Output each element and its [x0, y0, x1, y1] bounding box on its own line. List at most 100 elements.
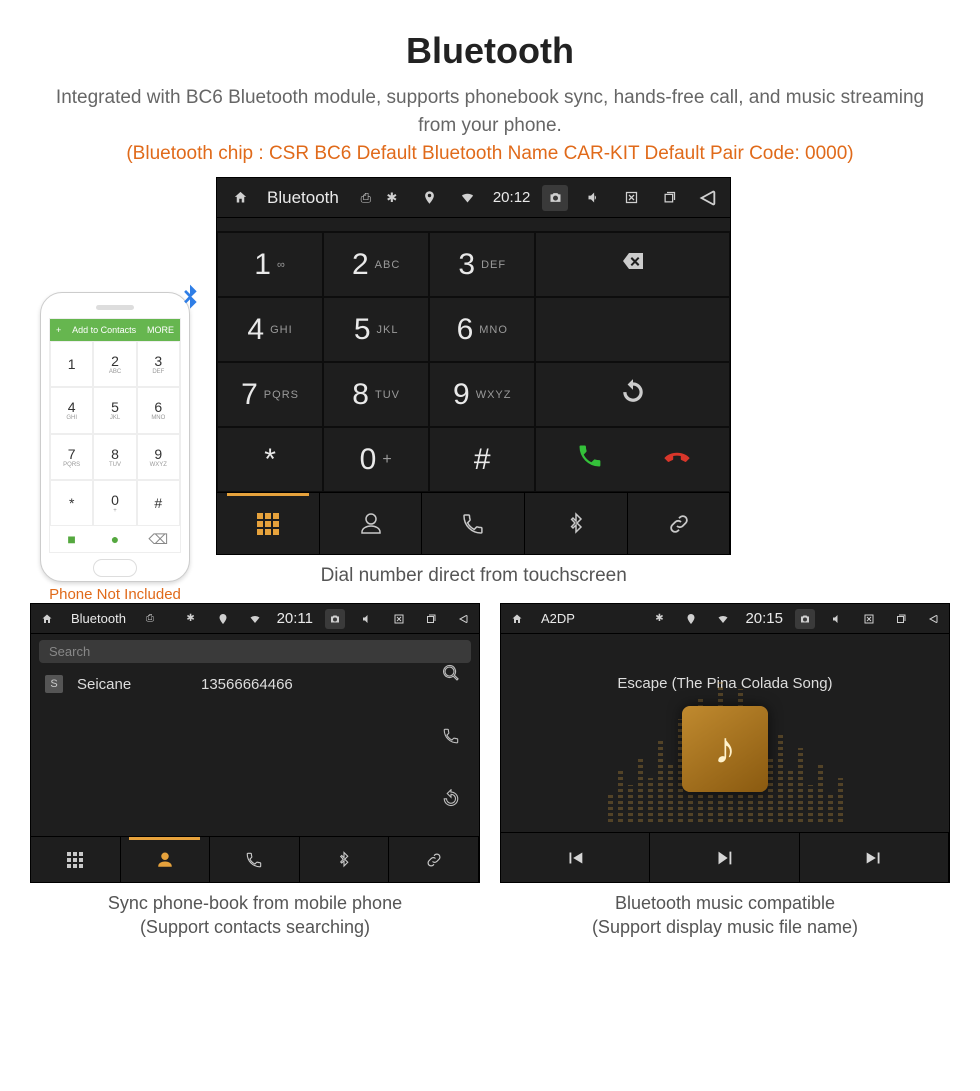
close-icon[interactable] [389, 609, 409, 629]
contact-number: 13566664466 [201, 676, 293, 693]
key-7[interactable]: 7PQRS [217, 362, 323, 427]
contact-row[interactable]: S Seicane 13566664466 [39, 667, 471, 701]
search-input[interactable]: Search [39, 640, 471, 663]
backspace-icon: ⌫ [137, 526, 180, 552]
phone-icon [461, 512, 485, 536]
volume-icon[interactable] [357, 609, 377, 629]
person-icon [359, 512, 383, 536]
more-label: MORE [147, 325, 174, 335]
tab-pair[interactable] [628, 493, 731, 554]
tab-calllog[interactable] [422, 493, 525, 554]
recents-icon[interactable] [656, 185, 682, 211]
dialer-unit: Bluetooth ⎙ ✱ 20:12 [216, 177, 731, 555]
tab-pair[interactable] [389, 837, 479, 882]
screenshot-icon[interactable] [325, 609, 345, 629]
bt-status-icon: ✱ [649, 609, 669, 629]
call-icon[interactable] [442, 727, 460, 750]
sync-icon[interactable] [442, 789, 460, 812]
clock: 20:15 [745, 610, 783, 627]
contact-badge: S [45, 675, 63, 693]
page-title: Bluetooth [30, 30, 950, 72]
key-0[interactable]: 0+ [323, 427, 429, 492]
location-icon [681, 609, 701, 629]
close-icon[interactable] [618, 185, 644, 211]
music-unit: A2DP ✱ 20:15 [500, 603, 950, 883]
add-contacts-label: Add to Contacts [72, 325, 136, 335]
call-button[interactable] [576, 442, 604, 477]
prev-button[interactable] [501, 833, 650, 882]
bluetooth-icon [335, 851, 353, 869]
key-9[interactable]: 9WXYZ [429, 362, 535, 427]
status-title: Bluetooth [267, 188, 339, 208]
phone-icon [245, 851, 263, 869]
bt-status-icon: ✱ [181, 609, 201, 629]
key-5[interactable]: 5JKL [323, 297, 429, 362]
volume-icon[interactable] [580, 185, 606, 211]
tab-contacts[interactable] [320, 493, 423, 554]
key-hash[interactable]: # [429, 427, 535, 492]
recents-icon[interactable] [421, 609, 441, 629]
phone-caption: Phone Not Included [30, 586, 200, 603]
backspace-button[interactable] [535, 232, 730, 297]
person-icon [156, 851, 174, 869]
recents-icon[interactable] [891, 609, 911, 629]
key-2[interactable]: 2ABC [323, 232, 429, 297]
tab-contacts[interactable] [121, 837, 211, 882]
tab-calllog[interactable] [210, 837, 300, 882]
close-icon[interactable] [859, 609, 879, 629]
usb-icon: ⎙ [353, 185, 379, 211]
bluetooth-icon [174, 282, 206, 322]
status-title: A2DP [541, 611, 575, 626]
tab-dialpad[interactable] [31, 837, 121, 882]
key-1[interactable]: 1∞ [217, 232, 323, 297]
play-pause-button[interactable] [650, 833, 799, 882]
status-title: Bluetooth [71, 611, 126, 626]
phonebook-unit: Bluetooth ⎙ ✱ 20:11 Sea [30, 603, 480, 883]
next-button[interactable] [800, 833, 949, 882]
key-8[interactable]: 8TUV [323, 362, 429, 427]
key-4[interactable]: 4GHI [217, 297, 323, 362]
wifi-icon [713, 609, 733, 629]
key-6[interactable]: 6MNO [429, 297, 535, 362]
description: Integrated with BC6 Bluetooth module, su… [50, 84, 930, 139]
dialpad-icon [67, 852, 83, 868]
dialer-caption: Dial number direct from touchscreen [216, 565, 731, 587]
music-caption: Bluetooth music compatible (Support disp… [500, 891, 950, 940]
phone-keypad: 1 2ABC 3DEF 4GHI 5JKL 6MNO 7PQRS 8TUV 9W… [50, 341, 180, 526]
link-icon [425, 851, 443, 869]
search-icon[interactable] [442, 664, 460, 687]
key-star[interactable]: * [217, 427, 323, 492]
back-icon[interactable] [453, 609, 473, 629]
clock: 20:12 [493, 189, 531, 206]
screenshot-icon[interactable] [542, 185, 568, 211]
home-icon[interactable] [37, 609, 57, 629]
contact-name: Seicane [77, 676, 187, 693]
wifi-icon [455, 185, 481, 211]
bt-status-icon: ✱ [379, 185, 405, 211]
wifi-icon [245, 609, 265, 629]
hangup-button[interactable] [664, 443, 690, 476]
plus-icon: + [56, 325, 61, 335]
dial-pad: 1∞ 2ABC 3DEF 4GHI 5JKL 6MNO 7PQRS 8TUV 9… [217, 232, 535, 492]
tab-bluetooth[interactable] [525, 493, 628, 554]
tab-bluetooth[interactable] [300, 837, 390, 882]
clock: 20:11 [277, 610, 313, 627]
bluetooth-icon [564, 512, 588, 536]
back-icon[interactable] [694, 185, 720, 211]
tab-dialpad[interactable] [217, 493, 320, 554]
usb-icon: ⎙ [140, 609, 160, 629]
phone-topbar: + Add to Contacts MORE [50, 319, 180, 341]
link-icon [667, 512, 691, 536]
home-icon[interactable] [227, 185, 253, 211]
home-icon[interactable] [507, 609, 527, 629]
redial-button[interactable] [535, 362, 730, 427]
dialpad-icon [257, 513, 279, 535]
key-3[interactable]: 3DEF [429, 232, 535, 297]
back-icon[interactable] [923, 609, 943, 629]
volume-icon[interactable] [827, 609, 847, 629]
call-icon: ● [93, 526, 136, 552]
screenshot-icon[interactable] [795, 609, 815, 629]
phonebook-caption: Sync phone-book from mobile phone (Suppo… [30, 891, 480, 940]
bluetooth-meta: (Bluetooth chip : CSR BC6 Default Blueto… [30, 143, 950, 165]
location-icon [417, 185, 443, 211]
